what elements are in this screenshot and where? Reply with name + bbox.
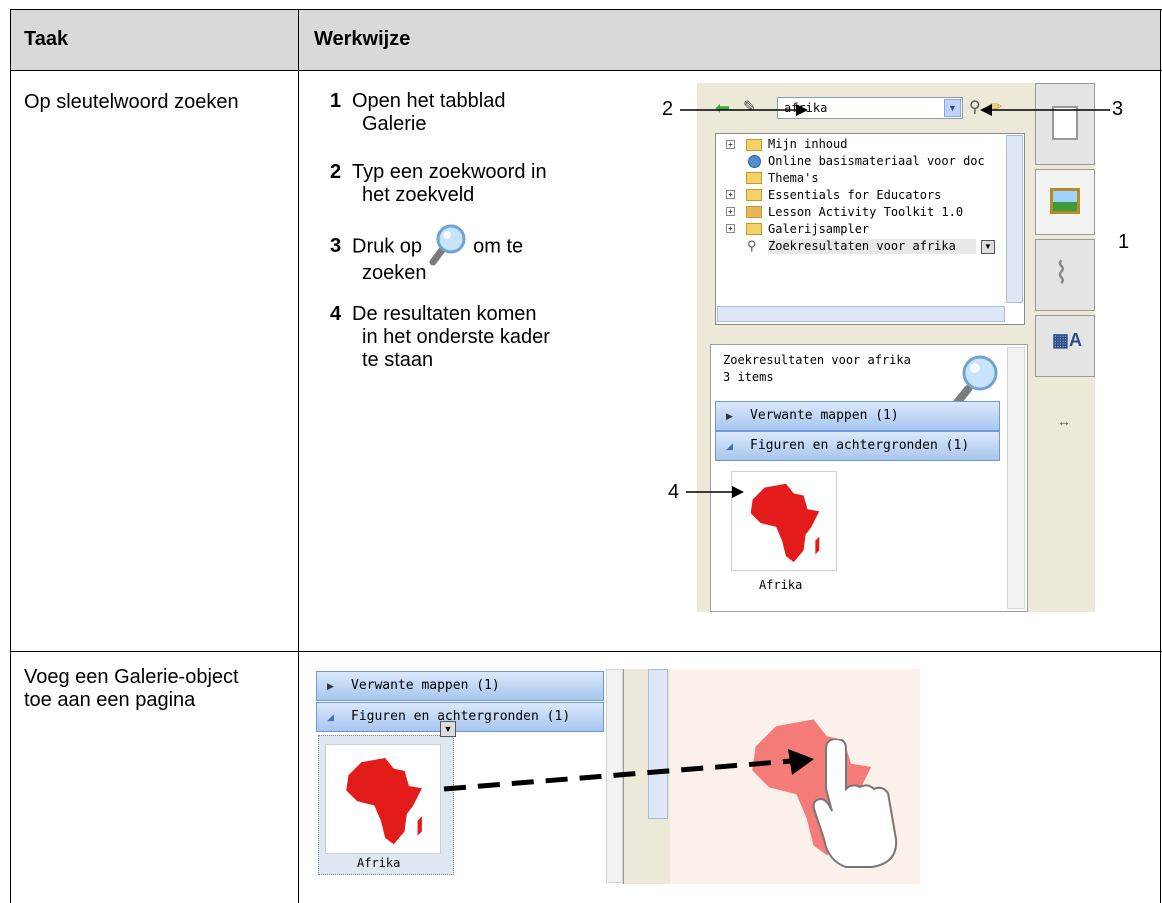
callout-1: 1 bbox=[1118, 231, 1130, 253]
vertical-scrollbar[interactable] bbox=[1006, 135, 1023, 303]
dropdown-button[interactable]: ▼ bbox=[944, 99, 961, 117]
africa-thumbnail-2[interactable] bbox=[325, 744, 441, 854]
tree-item-zoekresultaten[interactable]: Zoekresultaten voor afrika bbox=[768, 239, 976, 254]
header-taak: Taak bbox=[24, 28, 69, 50]
category-related-folders-2[interactable]: ▶ Verwante mappen (1) bbox=[316, 671, 604, 701]
paperclip-icon: ⌇ bbox=[1054, 257, 1069, 290]
results-title: Zoekresultaten voor afrika bbox=[723, 353, 911, 367]
africa-thumbnail[interactable] bbox=[731, 471, 837, 571]
table-border-left bbox=[10, 9, 11, 903]
tree-item-lesson[interactable]: Lesson Activity Toolkit 1.0 bbox=[768, 205, 963, 220]
gallery-search-screenshot: ⬅ ✎ afrika ▼ ⚲ ✏ + Mijn inhoud Online ba… bbox=[697, 83, 1095, 612]
africa-map-icon bbox=[750, 483, 820, 563]
task-add-object: Voeg een Galerie-object toe aan een pagi… bbox=[24, 666, 239, 711]
category-figures-backgrounds-2[interactable]: ◢ Figuren en achtergronden (1) bbox=[316, 702, 604, 732]
thumbnail-label: Afrika bbox=[759, 578, 803, 592]
gallery-tree: + Mijn inhoud Online basismateriaal voor… bbox=[715, 133, 1025, 325]
tree-item-galerijsampler[interactable]: Galerijsampler bbox=[768, 222, 869, 237]
results-count: 3 items bbox=[723, 370, 774, 384]
tab-gallery[interactable] bbox=[1035, 169, 1095, 235]
callout-3: 3 bbox=[1112, 98, 1124, 120]
table-border-top bbox=[10, 9, 1162, 10]
step-4: 4 De resultaten komen in het onderste kad… bbox=[330, 303, 550, 371]
tree-item-mijn-inhoud[interactable]: Mijn inhoud bbox=[768, 137, 847, 152]
callout-2-arrow bbox=[680, 104, 808, 116]
tab-page-sorter[interactable] bbox=[1035, 83, 1095, 165]
resize-arrows-icon[interactable]: ↔ bbox=[1057, 413, 1071, 429]
tree-item-online[interactable]: Online basismateriaal voor doc bbox=[768, 154, 985, 169]
folder-icon bbox=[746, 223, 762, 235]
results-panel: Zoekresultaten voor afrika 3 items ▶ Ver… bbox=[710, 344, 1028, 612]
results-scrollbar[interactable] bbox=[1007, 347, 1025, 609]
tree-item-themas[interactable]: Thema's bbox=[768, 171, 819, 186]
folder-icon bbox=[746, 172, 762, 184]
tree-item-essentials[interactable]: Essentials for Educators bbox=[768, 188, 941, 203]
tab-properties[interactable]: ▦A bbox=[1035, 315, 1095, 377]
table-header bbox=[11, 9, 1161, 70]
category-related-folders[interactable]: ▶ Verwante mappen (1) bbox=[715, 401, 1000, 431]
search-result-icon: ⚲ bbox=[747, 238, 757, 253]
properties-icon: ▦A bbox=[1052, 330, 1083, 350]
category-figures-backgrounds[interactable]: ◢ Figuren en achtergronden (1) bbox=[715, 431, 1000, 461]
table-border-header bbox=[10, 70, 1162, 71]
expand-icon[interactable]: + bbox=[726, 207, 735, 216]
callout-2: 2 bbox=[662, 98, 674, 120]
selected-thumb-frame[interactable]: Afrika bbox=[318, 735, 454, 875]
tab-attachments[interactable]: ⌇ bbox=[1035, 239, 1095, 311]
callout-3-arrow bbox=[980, 104, 1110, 116]
table-border-right bbox=[1160, 9, 1161, 903]
folder-icon bbox=[746, 139, 762, 151]
callout-4: 4 bbox=[668, 481, 680, 503]
item-menu-button[interactable]: ▼ bbox=[981, 240, 995, 254]
magnifier-icon bbox=[428, 224, 468, 266]
task-search-keyword: Op sleutelwoord zoeken bbox=[24, 91, 239, 113]
callout-4-arrow bbox=[686, 486, 744, 498]
step-3: 3 Druk op om te zoeken bbox=[330, 224, 630, 285]
table-border-mid bbox=[298, 9, 299, 903]
africa-map-icon bbox=[346, 757, 422, 845]
step-2: 2 Typ een zoekwoord in het zoekveld bbox=[330, 161, 547, 206]
expand-icon[interactable]: + bbox=[726, 224, 735, 233]
expand-icon[interactable]: + bbox=[726, 190, 735, 199]
drag-object-screenshot: ▶ Verwante mappen (1) ◢ Figuren en achte… bbox=[314, 669, 920, 884]
globe-icon bbox=[748, 155, 761, 168]
thumb-menu-button[interactable]: ▼ bbox=[440, 721, 456, 737]
table-border-row bbox=[10, 651, 1162, 652]
thumbnail-label-2: Afrika bbox=[357, 856, 401, 870]
horizontal-scrollbar[interactable] bbox=[717, 306, 1005, 322]
people-icon bbox=[746, 206, 762, 218]
results-magnifier-icon bbox=[952, 355, 998, 408]
drag-arrow bbox=[443, 749, 814, 792]
folder-icon bbox=[746, 189, 762, 201]
hand-pointer-icon bbox=[812, 739, 898, 868]
expand-icon[interactable]: + bbox=[726, 140, 735, 149]
step-1: 1 Open het tabblad Galerie bbox=[330, 90, 506, 135]
header-werkwijze: Werkwijze bbox=[314, 28, 411, 50]
search-button-icon[interactable]: ⚲ bbox=[969, 97, 981, 117]
